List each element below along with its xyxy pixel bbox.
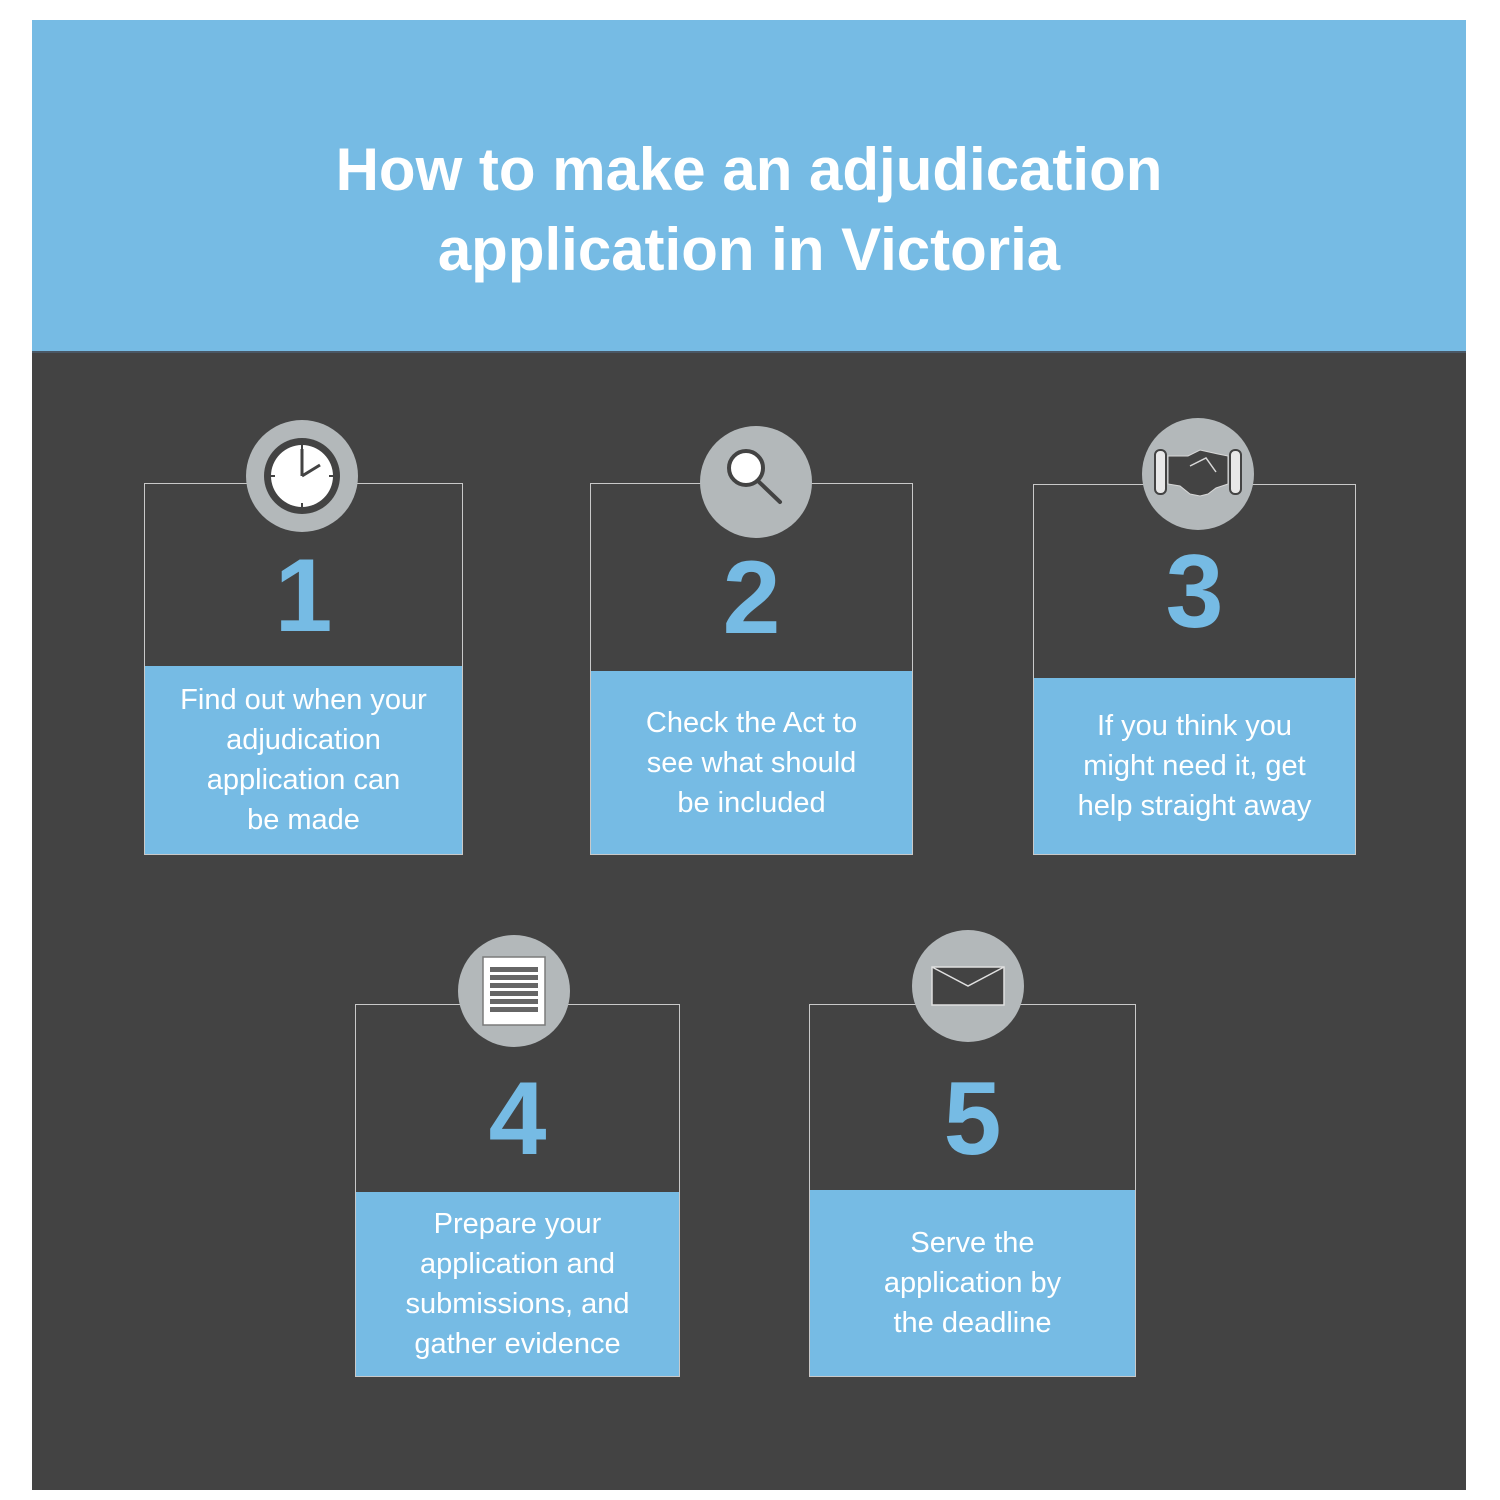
step-description: If you think you might need it, get help…: [1034, 678, 1355, 854]
title-line-1: How to make an adjudication: [335, 136, 1163, 203]
step-number: 4: [488, 1061, 547, 1177]
desc-line: Serve the: [910, 1227, 1035, 1259]
desc-line: be made: [247, 804, 360, 836]
desc-line: adjudication: [226, 724, 381, 756]
desc-line: the deadline: [893, 1307, 1052, 1339]
step-number: 1: [274, 538, 333, 654]
document-badge: [458, 935, 570, 1047]
desc-line: If you think you: [1096, 710, 1293, 742]
desc-line: application and: [419, 1248, 616, 1280]
desc-line: Find out when your: [180, 684, 427, 716]
step-number: 5: [943, 1061, 1002, 1177]
step-number: 2: [722, 540, 781, 656]
title-line-2: application in Victoria: [437, 216, 1061, 283]
step-card-2: 2 Check the Act to see what should be in…: [590, 483, 913, 855]
header-banner: How to make an adjudication application …: [32, 20, 1466, 351]
envelope-icon: [931, 966, 1005, 1006]
desc-line: submissions, and: [405, 1288, 630, 1320]
step-description: Find out when your adjudication applicat…: [145, 666, 462, 854]
step-description: Prepare your application and submissions…: [356, 1192, 679, 1376]
handshake-badge: [1142, 418, 1254, 530]
step-card-5: 5 Serve the application by the deadline: [809, 1004, 1136, 1377]
desc-line: be included: [677, 786, 826, 819]
clock-badge: [246, 420, 358, 532]
desc-line: gather evidence: [414, 1328, 621, 1360]
step-description: Check the Act to see what should be incl…: [591, 671, 912, 854]
desc-line: application by: [883, 1267, 1062, 1299]
step-description: Serve the application by the deadline: [810, 1190, 1135, 1376]
desc-line: see what should: [646, 746, 857, 779]
desc-line: application can: [206, 764, 401, 796]
desc-line: Prepare your: [433, 1208, 602, 1240]
step-card-1: 1 Find out when your adjudication applic…: [144, 483, 463, 855]
handshake-icon: [1154, 449, 1242, 497]
desc-line: might need it, get: [1083, 750, 1306, 782]
document-icon: [482, 956, 546, 1026]
desc-line: help straight away: [1077, 790, 1312, 822]
desc-line: Check the Act to: [645, 706, 858, 739]
page-title: How to make an adjudication application …: [32, 130, 1466, 290]
magnifier-badge: [700, 426, 812, 538]
clock-icon: [264, 438, 340, 514]
step-card-4: 4 Prepare your application and submissio…: [355, 1004, 680, 1377]
step-card-3: 3 If you think you might need it, get he…: [1033, 484, 1356, 855]
envelope-badge: [912, 930, 1024, 1042]
step-number: 3: [1165, 534, 1224, 650]
magnifier-icon: [727, 449, 782, 504]
